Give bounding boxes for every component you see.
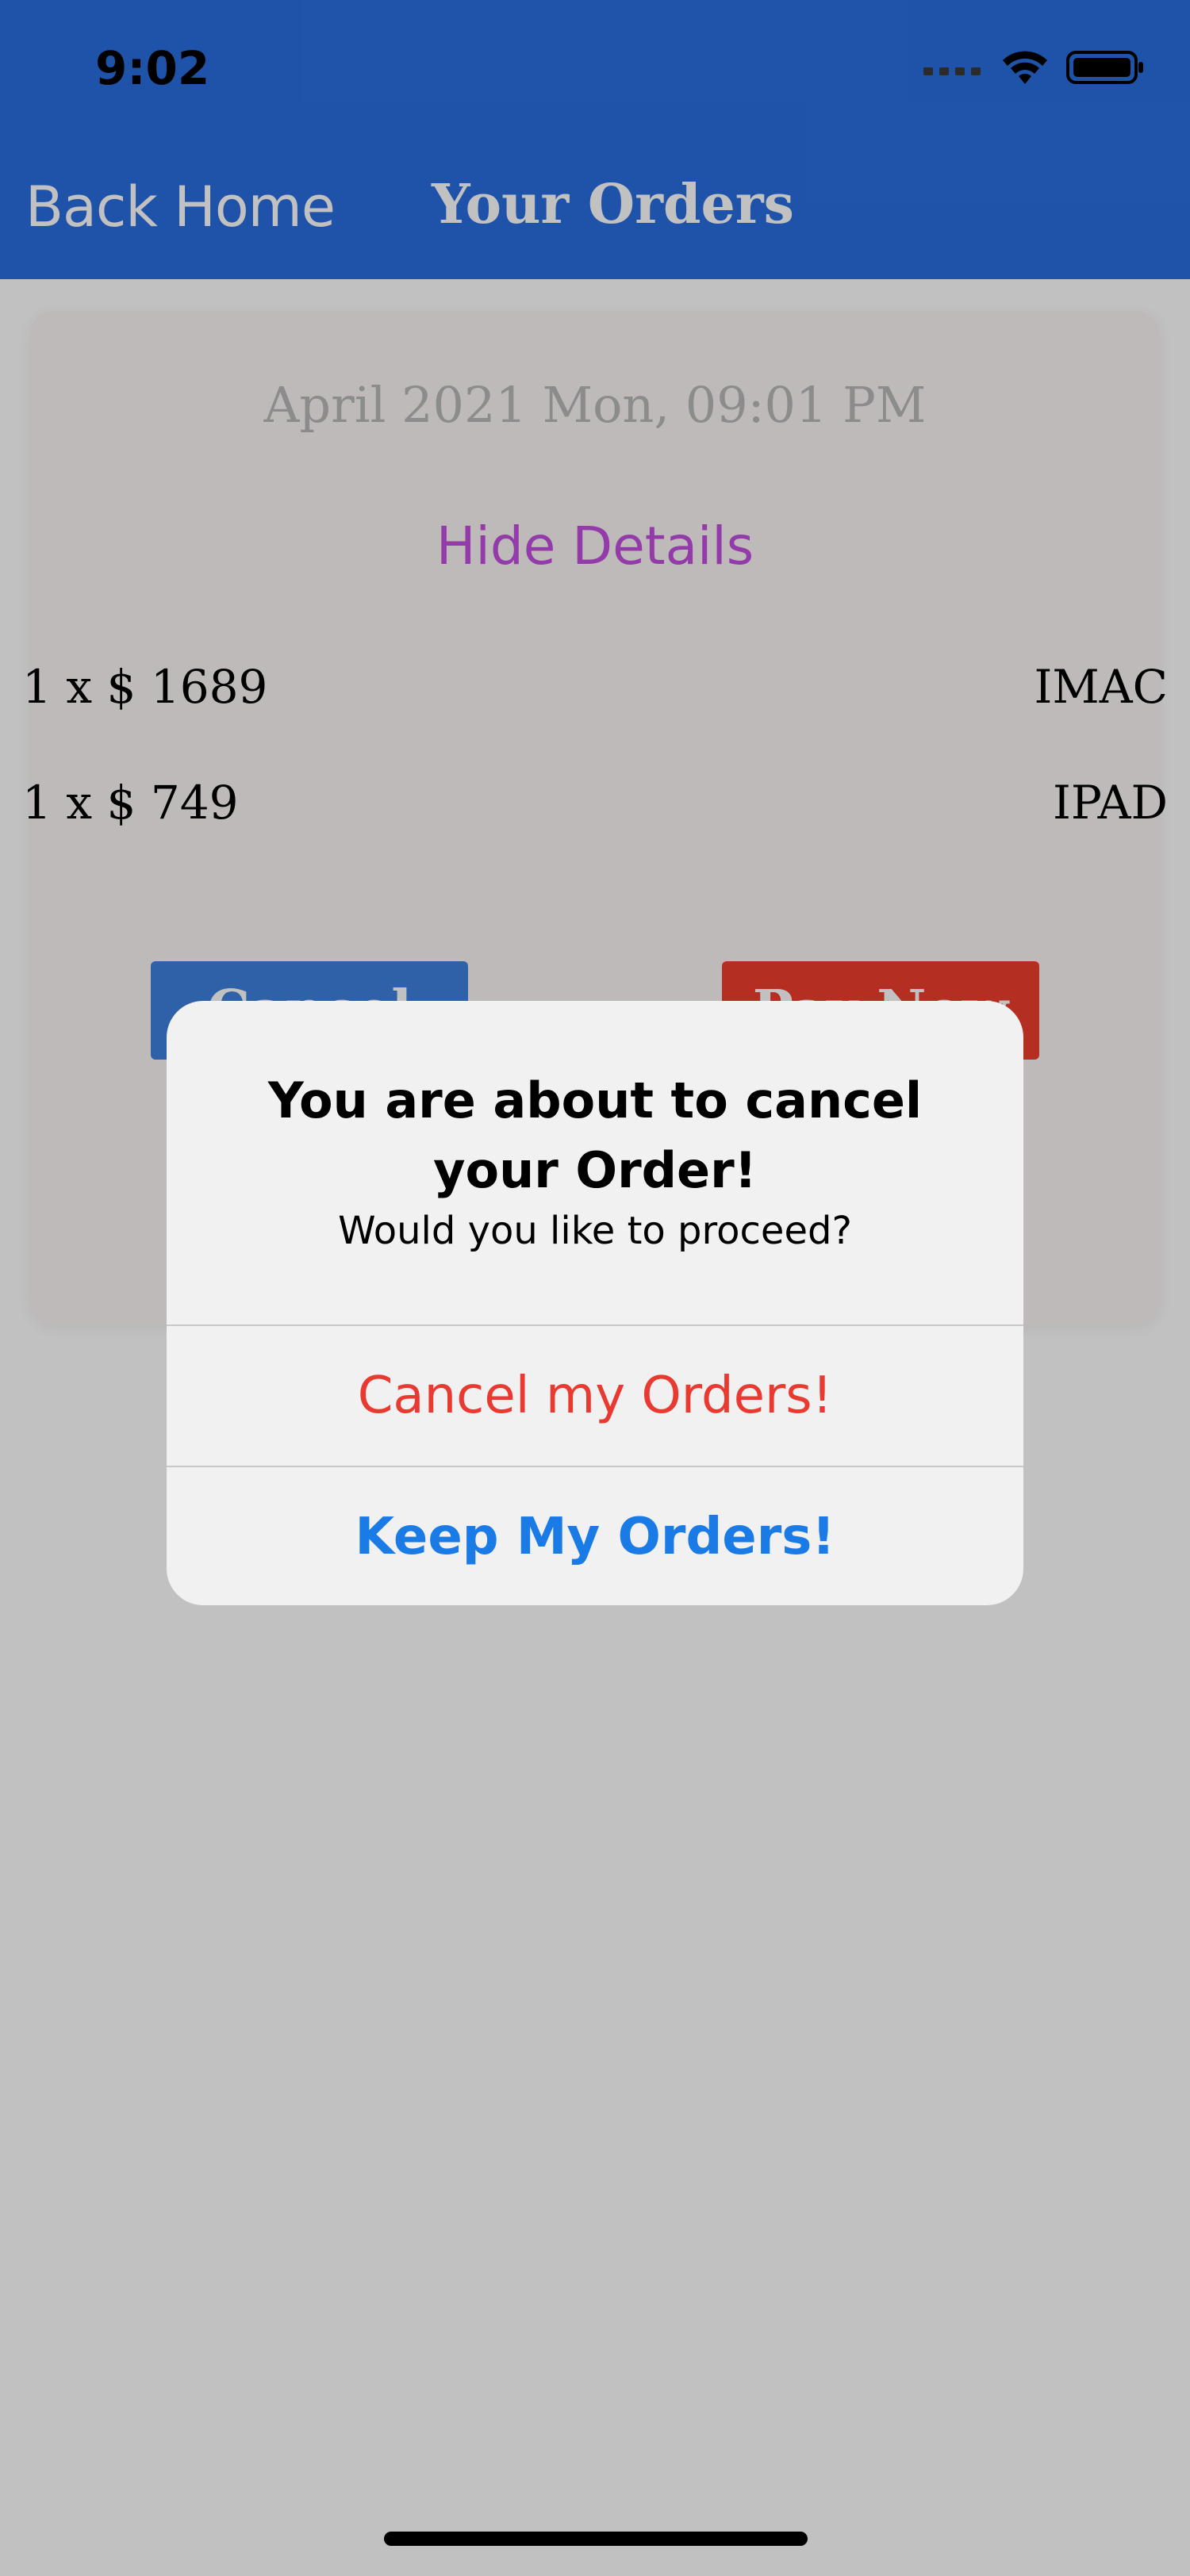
cancel-order-alert: You are about to cancel your Order! Woul… (167, 1001, 1023, 1605)
alert-message: Would you like to proceed? (338, 1209, 852, 1253)
alert-title: You are about to cancel your Order! (267, 1071, 923, 1199)
home-indicator[interactable] (384, 2532, 808, 2546)
keep-my-orders-button[interactable]: Keep My Orders! (167, 1467, 1023, 1605)
cancel-my-orders-button[interactable]: Cancel my Orders! (167, 1326, 1023, 1466)
